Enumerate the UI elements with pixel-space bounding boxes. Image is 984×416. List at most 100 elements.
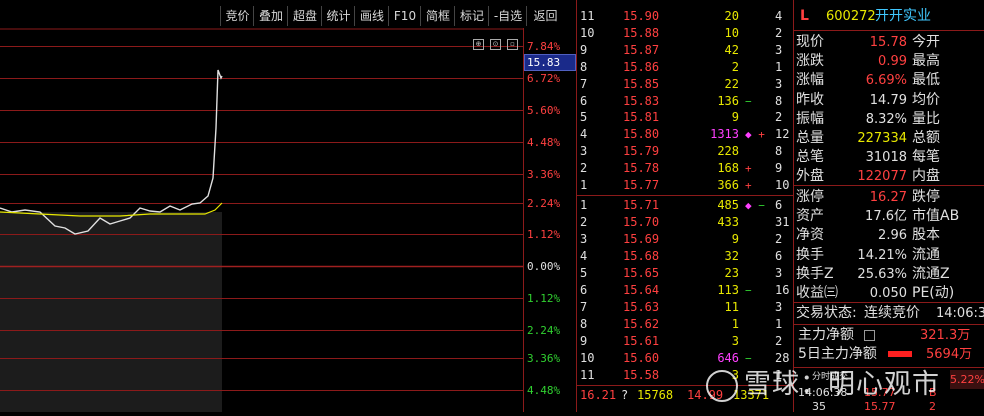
bid-row[interactable]: 3 15.69 9 2 xyxy=(577,231,793,248)
info-value: 8.32% xyxy=(865,111,907,127)
level-index: 5 xyxy=(580,110,588,125)
level-volume: 42 xyxy=(724,42,739,57)
percent-label: 3.36% xyxy=(527,352,561,365)
level-count: 16 xyxy=(775,283,790,297)
chart-zoom-icon[interactable]: ⊕ xyxy=(473,31,484,50)
list-icon[interactable] xyxy=(864,330,875,341)
toolbar-button-5[interactable]: F10 xyxy=(388,6,421,26)
stock-code[interactable]: 600272 xyxy=(826,7,876,26)
divider xyxy=(794,324,984,325)
info-row: 涨幅 6.69% 最低 xyxy=(794,71,984,90)
ask-row[interactable]: 6 15.83 136− 8 xyxy=(577,93,793,110)
ask-row[interactable]: 10 15.88 10 2 xyxy=(577,25,793,42)
ask-row[interactable]: 9 15.87 42 3 xyxy=(577,42,793,59)
level-index: 4 xyxy=(580,249,588,263)
level-price: 15.88 xyxy=(623,25,660,40)
toolbar-button-8[interactable]: -自选 xyxy=(488,6,527,26)
level-volume: 113 xyxy=(717,283,739,297)
level-price: 15.64 xyxy=(623,283,660,297)
bid-row[interactable]: 8 15.62 1 1 xyxy=(577,316,793,333)
level-volume: 9 xyxy=(731,110,739,125)
level-index: 5 xyxy=(580,266,588,280)
main-net-label: 主力净额 xyxy=(798,327,854,343)
bid-row[interactable]: 7 15.63 11 3 xyxy=(577,299,793,316)
level-price: 15.77 xyxy=(623,178,660,192)
level-count: 1 xyxy=(775,317,783,331)
ask-row[interactable]: 3 15.79 228 8 xyxy=(577,143,793,160)
percent-label: 4.48% xyxy=(527,384,561,397)
info-label-right: 内盘 xyxy=(912,168,940,185)
info-value: 6.69% xyxy=(865,73,907,89)
level-price: 15.60 xyxy=(623,351,660,365)
ask-row[interactable]: 4 15.80 1313 ◆ + 12 xyxy=(577,126,793,143)
percent-label: 1.12% xyxy=(527,228,561,241)
percent-label: 6.72% xyxy=(527,72,561,85)
toolbar-button-2[interactable]: 超盘 xyxy=(287,6,322,26)
divider xyxy=(794,185,984,186)
level-index: 6 xyxy=(580,93,588,108)
ask-row[interactable]: 11 15.90 20 4 xyxy=(577,8,793,25)
info-label-right: 流通 xyxy=(912,246,940,263)
info-label: 涨幅 xyxy=(796,72,824,89)
chart-settings-icon[interactable]: ⊙ xyxy=(490,31,501,50)
level-price: 15.80 xyxy=(623,127,660,142)
ask-row[interactable]: 8 15.86 2 1 xyxy=(577,59,793,76)
toolbar-button-6[interactable]: 简框 xyxy=(420,6,455,26)
status-value: 连续竞价 xyxy=(864,305,920,321)
info-label-right: 最低 xyxy=(912,72,940,89)
bid-row[interactable]: 2 15.70 433 31 xyxy=(577,214,793,231)
info-label-right: 市值AB xyxy=(912,208,960,225)
info-label: 涨跌 xyxy=(796,53,824,70)
level-count: 3 xyxy=(775,76,783,91)
bid-row[interactable]: 4 15.68 32 6 xyxy=(577,248,793,265)
toolbar-button-9[interactable]: 返回 xyxy=(526,6,564,26)
level-volume: 20 xyxy=(724,9,739,23)
info-row: 总笔 31018 每笔 xyxy=(794,148,984,167)
bid-row[interactable]: 9 15.61 3 2 xyxy=(577,333,793,350)
status-time: 14:06:3 xyxy=(936,306,984,321)
info-value: 31018 xyxy=(865,150,907,166)
market-flag: L xyxy=(800,8,809,24)
ask-row[interactable]: 2 15.78 168 +9 xyxy=(577,160,793,177)
info-row: 涨跌 0.99 最高 xyxy=(794,52,984,71)
info-row: 涨停 16.27 跌停 xyxy=(794,188,984,207)
info-value: 16.27 xyxy=(869,190,907,205)
intraday-chart[interactable]: ⊕ ⊙ ▫ 7.84% 6.72% 5.60% 4.48% 3.36% 2.24% 1.12… xyxy=(0,28,576,412)
bid-row[interactable]: 1 15.71 485 ◆ − 6 xyxy=(577,197,793,214)
info-row: 现价 15.78 今开 xyxy=(794,33,984,52)
stock-name[interactable]: 开开实业 xyxy=(875,7,931,26)
level-count: 2 xyxy=(775,110,783,125)
level-price: 15.81 xyxy=(623,110,660,125)
level-change-mark: + xyxy=(745,179,752,192)
ask-row[interactable]: 5 15.81 9 2 xyxy=(577,109,793,126)
divider xyxy=(794,302,984,303)
level-price: 15.69 xyxy=(623,232,660,246)
level-index: 9 xyxy=(580,334,588,348)
level-count: 2 xyxy=(775,232,783,246)
bid-row[interactable]: 5 15.65 23 3 xyxy=(577,265,793,282)
toolbar-button-0[interactable]: 竞价 xyxy=(220,6,254,26)
main-net-value: 321.3万 xyxy=(920,328,971,343)
info-label: 总笔 xyxy=(796,149,824,166)
level-price: 15.85 xyxy=(623,76,660,91)
info-label: 昨收 xyxy=(796,91,824,108)
ask-row[interactable]: 1 15.77 366 +10 xyxy=(577,177,793,194)
bid-row[interactable]: 6 15.64 113− 16 xyxy=(577,282,793,299)
chart-close-icon[interactable]: ▫ xyxy=(507,31,518,50)
level-volume: 22 xyxy=(724,76,739,91)
toolbar-button-3[interactable]: 统计 xyxy=(321,6,355,26)
info-value: 14.21% xyxy=(857,247,907,263)
level-volume: 2 xyxy=(731,59,739,74)
toolbar-button-7[interactable]: 标记 xyxy=(454,6,489,26)
info-label-right: 今开 xyxy=(912,34,940,50)
toolbar-button-1[interactable]: 叠加 xyxy=(253,6,288,26)
percent-label: 1.12% xyxy=(527,292,561,305)
info-label: 振幅 xyxy=(796,110,824,127)
info-value: 122077 xyxy=(857,169,907,185)
info-value: 14.79 xyxy=(869,92,907,108)
level-price: 15.63 xyxy=(623,300,660,314)
ask-row[interactable]: 7 15.85 22 3 xyxy=(577,76,793,93)
level-change-mark: ◆ + xyxy=(745,128,765,142)
toolbar-button-4[interactable]: 画线 xyxy=(354,6,389,26)
main-net-row[interactable]: 主力净额 321.3万 xyxy=(794,326,984,345)
